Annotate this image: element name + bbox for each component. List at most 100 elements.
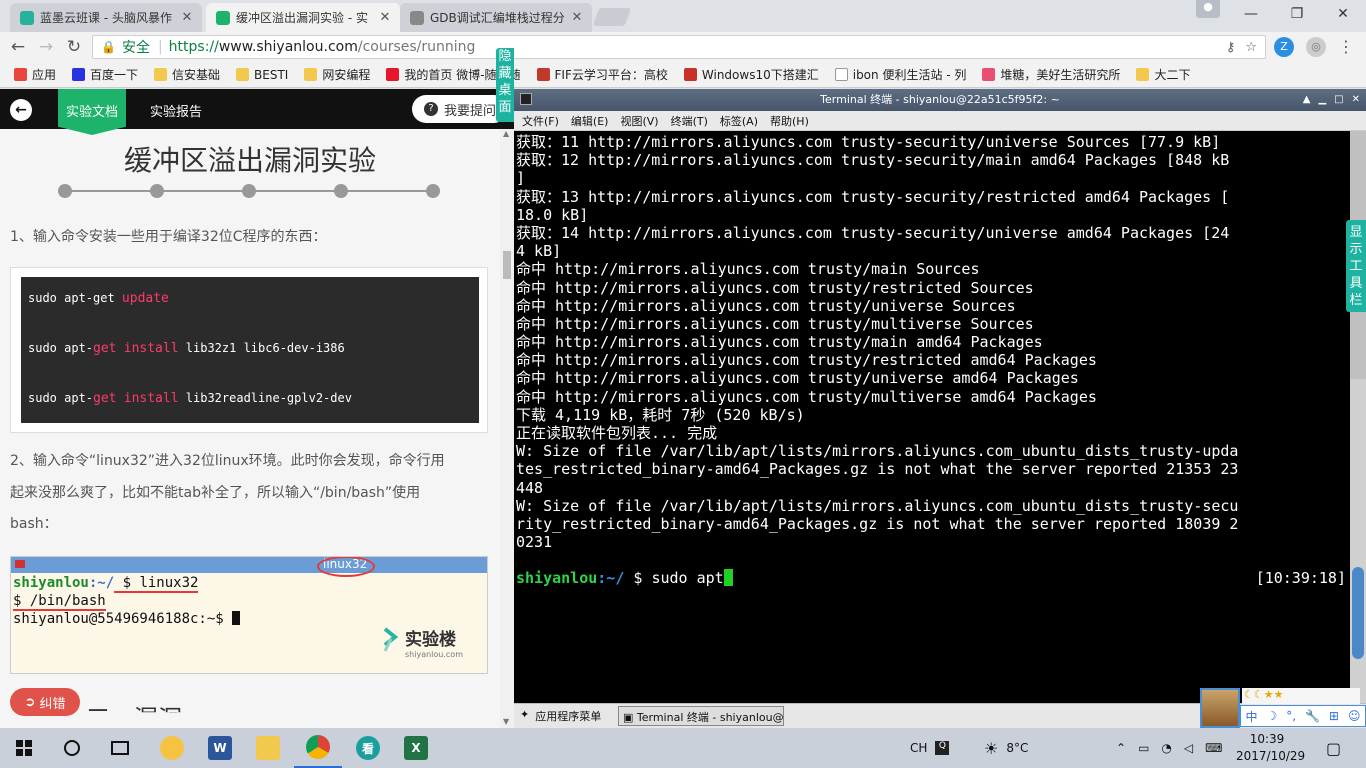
step-dot[interactable] <box>426 184 440 198</box>
bookmark-item[interactable]: 信安基础 <box>148 64 226 86</box>
wifi-icon[interactable]: ◔ <box>1161 741 1171 755</box>
new-tab-button[interactable] <box>592 8 632 26</box>
bookmark-item[interactable]: BESTI <box>230 64 294 86</box>
step-2-text-line: 2、输入命令“linux32”进入32位linux环境。此时你会发现，命令行用 <box>10 453 445 469</box>
task-view-button[interactable] <box>96 728 144 768</box>
translate-extension-icon[interactable]: Z <box>1274 37 1294 57</box>
taskbar-app-explorer[interactable] <box>244 728 292 768</box>
close-tab-icon[interactable]: ✕ <box>378 10 392 25</box>
windows-taskbar: W 看 X CH Q ☀ 8°C ⌃ ▭ ◔ ◁ ⌨ 10:39 2017/10… <box>0 728 1366 768</box>
close-tab-icon[interactable]: ✕ <box>180 10 194 25</box>
show-toolbar-button[interactable]: 显示工具栏 <box>1346 220 1366 312</box>
show-hidden-icon[interactable]: ⌃ <box>1116 741 1126 755</box>
taskbar-app-paint[interactable] <box>148 728 196 768</box>
maximize-icon[interactable]: □ <box>1334 89 1343 111</box>
word-icon: W <box>208 736 232 760</box>
ime-chinese-mode-icon[interactable]: 中 <box>1245 708 1257 725</box>
terminal-menu-item[interactable]: 终端(T) <box>671 113 708 129</box>
bookmark-item[interactable]: 百度一下 <box>66 64 144 86</box>
terminal-line: 获取：14 http://mirrors.aliyuncs.com trusty… <box>516 223 1230 242</box>
step-dot[interactable] <box>150 184 164 198</box>
taskbar-app-word[interactable]: W <box>196 728 244 768</box>
terminal-output[interactable]: 获取：11 http://mirrors.aliyuncs.com trusty… <box>516 133 1348 707</box>
bookmark-item[interactable]: Windows10下搭建汇 <box>678 64 825 86</box>
terminal-menu-item[interactable]: 视图(V) <box>620 113 658 129</box>
keyboard-icon[interactable]: ⌨ <box>1205 741 1222 755</box>
step-dot[interactable] <box>58 184 72 198</box>
back-icon[interactable]: ← <box>10 99 32 121</box>
folder-icon <box>1136 68 1150 81</box>
terminal-menu-item[interactable]: 标签(A) <box>720 113 758 129</box>
vm-task-terminal[interactable]: ▣ Terminal 终端 - shiyanlou@··· <box>618 706 784 726</box>
scrollbar-thumb[interactable] <box>503 251 511 279</box>
terminal-scrollbar[interactable] <box>1350 131 1366 707</box>
bookmark-item[interactable]: FIF云学习平台：高校 <box>531 64 674 86</box>
duitang-icon <box>982 68 996 81</box>
extension-icon[interactable]: ◎ <box>1306 37 1326 57</box>
close-icon[interactable]: ✕ <box>1352 89 1360 111</box>
bookmark-label: 信安基础 <box>172 68 221 82</box>
folder-icon <box>236 68 250 81</box>
key-icon[interactable]: ⚷ <box>1226 40 1236 55</box>
forward-arrow-icon[interactable]: → <box>32 33 60 61</box>
notification-icon: ▢ <box>1326 738 1342 758</box>
bookmark-item[interactable]: 堆糖，美好生活研究所 <box>976 64 1126 86</box>
scroll-knob[interactable] <box>1352 567 1364 659</box>
profile-icon[interactable]: ● <box>1196 0 1220 18</box>
ime-punctuation-icon[interactable]: °, <box>1286 709 1296 723</box>
browser-tab-buffer-overflow[interactable]: 缓冲区溢出漏洞实验 - 实 ✕ <box>206 3 400 32</box>
tab-experiment-doc[interactable]: 实验文档 <box>58 89 126 135</box>
terminal-menu-item[interactable]: 编辑(E) <box>571 113 609 129</box>
secure-label: 安全 <box>121 40 150 56</box>
terminal-title: Terminal 终端 - shiyanlou@22a51c5f95f2: ~ <box>820 93 1060 106</box>
ime-avatar-image[interactable] <box>1200 688 1240 728</box>
close-window-icon[interactable]: ✕ <box>1320 0 1366 28</box>
back-arrow-icon[interactable]: ← <box>4 33 32 61</box>
doc-scrollbar[interactable]: ▲ ▼ <box>500 129 514 728</box>
ime-keyboard-grid-icon[interactable]: ⊞ <box>1329 709 1339 723</box>
tab-experiment-report[interactable]: 实验报告 <box>150 101 202 120</box>
bookmark-star-icon[interactable]: ☆ <box>1245 40 1257 55</box>
browser-tab-lanmo[interactable]: 蓝墨云班课 - 头脑风暴作 ✕ <box>10 3 202 32</box>
language-indicator[interactable]: CH Q <box>910 728 950 768</box>
terminal-line: 命中 http://mirrors.aliyuncs.com trusty/ma… <box>516 333 1043 352</box>
terminal-menu-item[interactable]: 文件(F) <box>522 113 559 129</box>
step-dot[interactable] <box>334 184 348 198</box>
system-clock[interactable]: 10:39 2017/10/29 <box>1236 731 1305 765</box>
ime-emoji-smile-icon[interactable]: ☺ <box>1348 709 1361 723</box>
reload-icon[interactable]: ↻ <box>60 33 88 61</box>
step-dot[interactable] <box>242 184 256 198</box>
shade-icon[interactable]: ▲ <box>1303 89 1311 111</box>
terminal-menu-item[interactable]: 帮助(H) <box>770 113 809 129</box>
action-center-button[interactable]: ▢ <box>1326 728 1341 768</box>
bookmark-item[interactable]: ibon 便利生活站 - 列 <box>829 64 973 86</box>
volume-icon[interactable]: ◁ <box>1184 741 1193 755</box>
browser-tab-gdb[interactable]: GDB调试汇编堆栈过程分 ✕ <box>400 3 592 32</box>
close-tab-icon[interactable]: ✕ <box>570 10 584 25</box>
taskbar-app-chrome[interactable] <box>294 728 342 768</box>
folder-icon <box>256 736 280 760</box>
minimize-icon[interactable]: ▁ <box>1318 89 1326 111</box>
bookmark-item[interactable]: 应用 <box>8 64 62 86</box>
taskbar-app-viewer[interactable]: 看 <box>344 728 392 768</box>
terminal-line: 命中 http://mirrors.aliyuncs.com trusty/un… <box>516 296 1016 315</box>
ime-tools-wrench-icon[interactable]: 🔧 <box>1305 709 1320 723</box>
weather-widget[interactable]: ☀ 8°C <box>984 728 1028 768</box>
ask-question-button[interactable]: ? 我要提问 <box>412 95 508 123</box>
maximize-icon[interactable]: ❐ <box>1274 0 1320 28</box>
hide-desktop-button[interactable]: 隐藏桌面 <box>496 48 514 122</box>
bookmark-item[interactable]: 大二下 <box>1130 64 1196 86</box>
report-error-button[interactable]: ➲ 纠错 <box>10 688 80 716</box>
search-button[interactable] <box>48 728 96 768</box>
address-bar[interactable]: 🔒 安全 | https:// www.shiyanlou.com /cours… <box>92 35 1266 59</box>
bookmark-label: 网安编程 <box>322 68 371 82</box>
app-menu-button[interactable]: ✦ 应用程序菜单 <box>520 708 601 724</box>
bookmark-item[interactable]: 网安编程 <box>298 64 376 86</box>
menu-icon[interactable]: ⋮ <box>1336 37 1356 57</box>
prompt-timestamp: [10:39:18] <box>1255 569 1346 588</box>
minimize-icon[interactable]: — <box>1228 0 1274 28</box>
ime-halfwidth-moon-icon[interactable]: ☽ <box>1266 709 1277 723</box>
taskbar-app-excel[interactable]: X <box>392 728 440 768</box>
battery-icon[interactable]: ▭ <box>1138 741 1149 755</box>
start-button[interactable] <box>0 728 48 768</box>
